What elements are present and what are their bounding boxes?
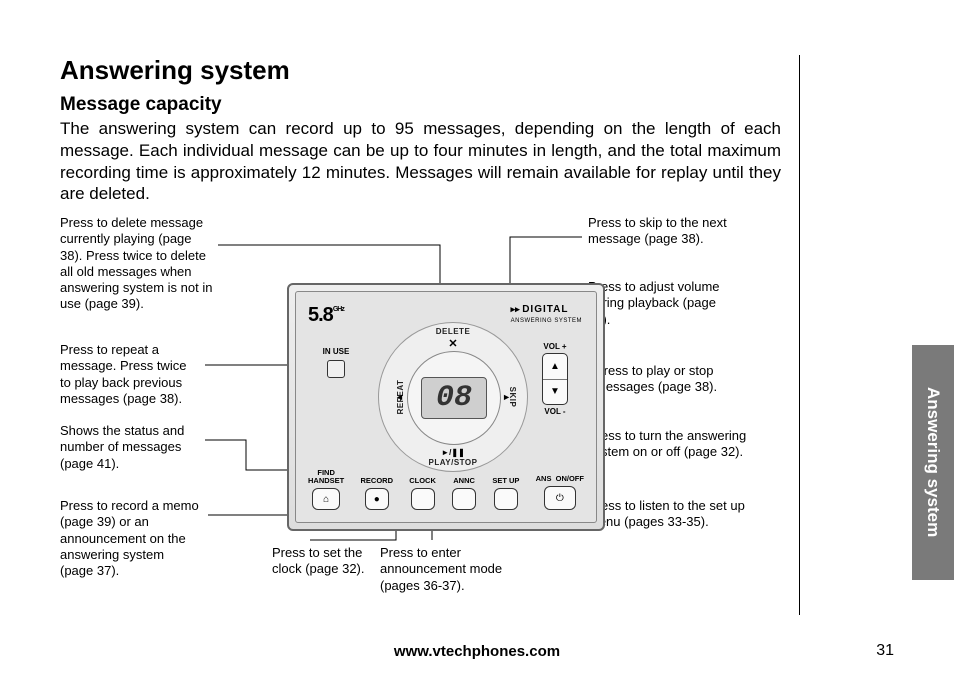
- prev-icon: ◄: [395, 392, 404, 402]
- callout-delete: Press to delete message currently playin…: [60, 215, 215, 313]
- ring-inner: 08: [407, 351, 501, 445]
- record-button: RECORD ●: [360, 477, 393, 510]
- logo-58ghz: 5.8GHz: [308, 304, 344, 327]
- callout-skip: Press to skip to the next message (page …: [588, 215, 743, 248]
- footer-url: www.vtechphones.com: [0, 643, 954, 660]
- diagram: Press to delete message currently playin…: [60, 215, 800, 615]
- callout-onoff: Press to turn the answering system on or…: [588, 428, 753, 461]
- clock-button: CLOCK: [409, 477, 436, 510]
- vol-up-icon: ▲: [543, 354, 567, 380]
- find-handset-button: FIND HANDSET ⌂: [308, 469, 344, 511]
- in-use-indicator: IN USE: [314, 347, 358, 402]
- lcd-display: 08: [421, 377, 487, 419]
- control-ring: DELETE ✕ REPEAT ◄ SKIP ► PLAY/STOP ►/❚❚ …: [378, 322, 528, 472]
- callout-repeat: Press to repeat a message. Press twice t…: [60, 342, 200, 407]
- setup-button: SET UP: [492, 477, 519, 510]
- side-tab: Answering system: [912, 345, 954, 580]
- section-heading: Message capacity: [60, 94, 781, 116]
- callout-annc: Press to enter announcement mode (pages …: [380, 545, 535, 594]
- body-paragraph: The answering system can record up to 95…: [60, 118, 781, 205]
- callout-record: Press to record a memo (page 39) or an a…: [60, 498, 200, 579]
- power-icon: ⏻: [556, 493, 564, 504]
- playstop-icon: ►/❚❚: [441, 448, 465, 457]
- callout-vol: Press to adjust volume during playback (…: [588, 279, 728, 328]
- page-number: 31: [876, 642, 894, 660]
- vol-down-icon: ▼: [543, 380, 567, 405]
- logo-digital: ▸▸ DIGITAL ANSWERING SYSTEM: [511, 304, 582, 324]
- callout-setup: Press to listen to the set up menu (page…: [588, 498, 753, 531]
- volume-control: VOL + ▲ ▼ VOL -: [530, 342, 580, 416]
- annc-button: ANNC: [452, 477, 476, 510]
- callout-play: Press to play or stop messages (page 38)…: [595, 363, 735, 396]
- page-title: Answering system: [60, 55, 781, 86]
- device-panel: 5.8GHz ▸▸ DIGITAL ANSWERING SYSTEM IN US…: [287, 283, 605, 531]
- record-icon: ●: [374, 494, 380, 505]
- callout-clock: Press to set the clock (page 32).: [272, 545, 372, 578]
- callout-status: Shows the status and number of messages …: [60, 423, 200, 472]
- next-icon: ►: [502, 392, 511, 402]
- handset-icon: ⌂: [323, 494, 329, 505]
- button-row: FIND HANDSET ⌂ RECORD ● CLOCK ANNC: [308, 460, 584, 510]
- ans-onoff-button: ANS ON/OFF ⏻: [536, 475, 584, 510]
- ring-label-delete: DELETE: [436, 327, 471, 336]
- x-icon: ✕: [448, 337, 457, 350]
